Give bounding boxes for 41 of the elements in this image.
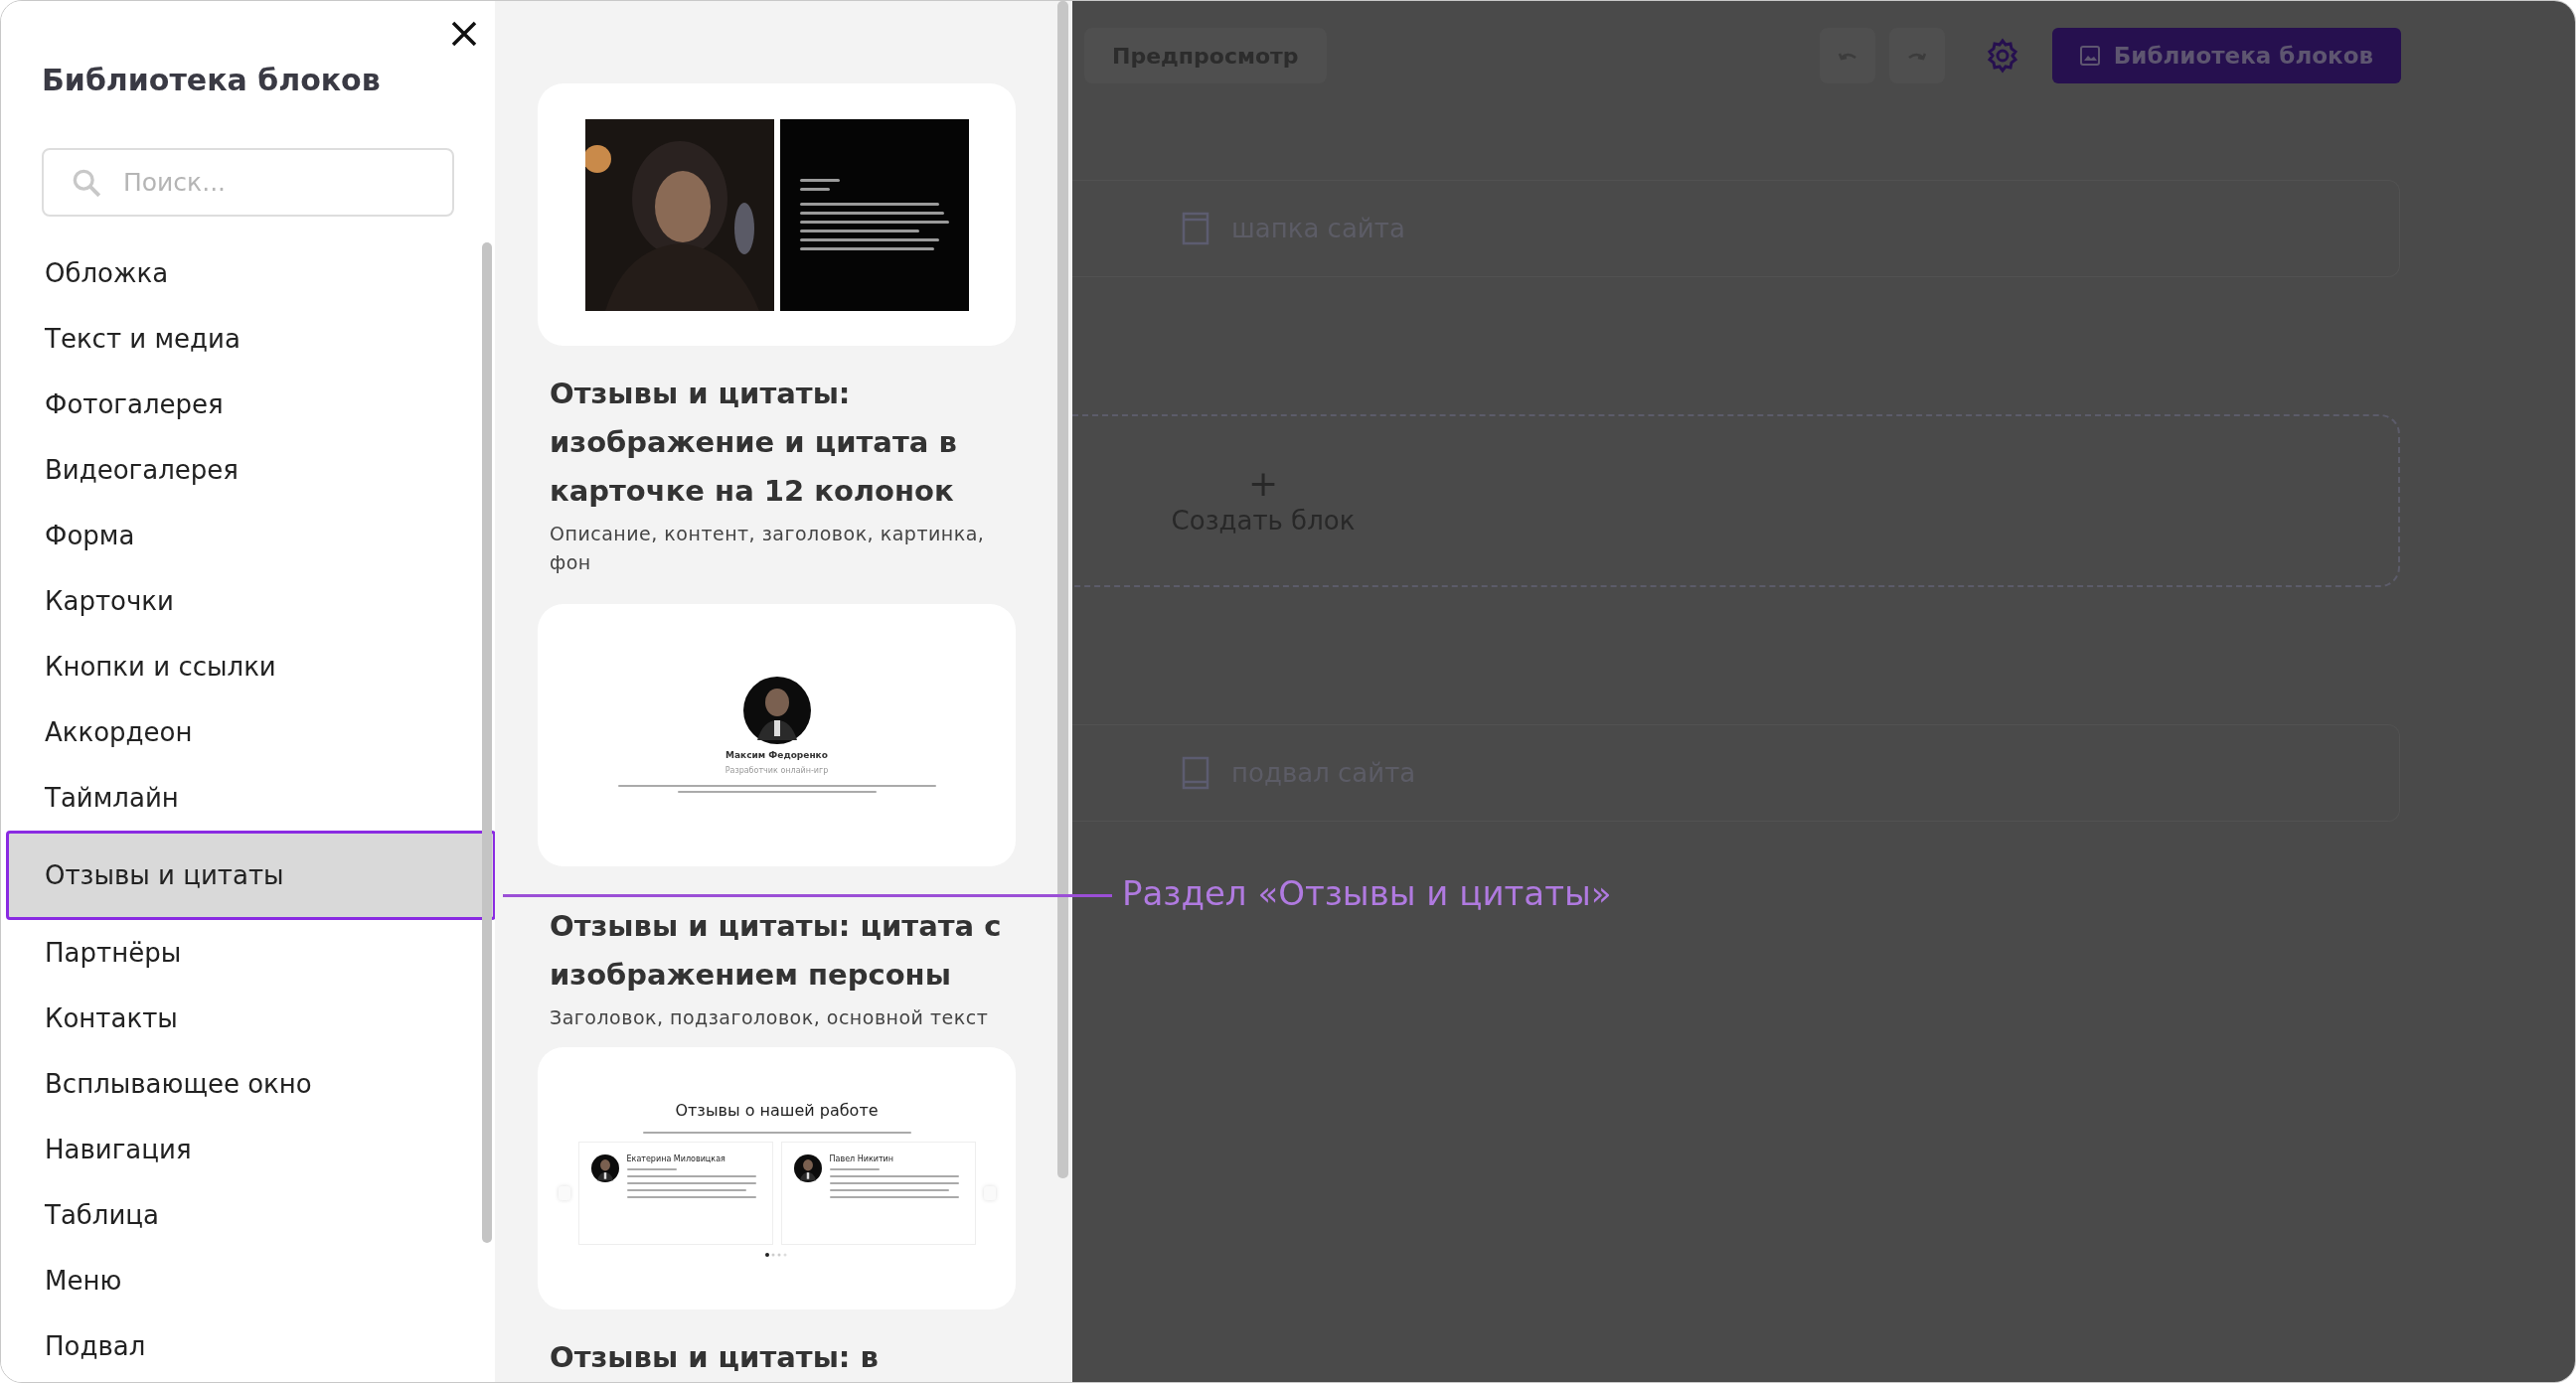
preview-heading: Отзывы о нашей работе: [675, 1100, 879, 1120]
block-preview-card[interactable]: Максим Федоренко Разработчик онлайн-игр: [538, 603, 1016, 866]
category-item[interactable]: Аккордеон: [6, 699, 496, 765]
block-preview-card[interactable]: [538, 83, 1016, 346]
category-item[interactable]: Всплывающее окно: [6, 1051, 496, 1117]
category-item[interactable]: Отзывы и цитаты: [6, 831, 496, 920]
category-item[interactable]: Таблица: [6, 1182, 496, 1248]
search-field[interactable]: Поиск...: [42, 148, 454, 217]
category-item[interactable]: Видеогалерея: [6, 437, 496, 503]
footer-layout-icon: [1182, 756, 1209, 790]
plus-icon: +: [1247, 466, 1279, 502]
annotation-label: Раздел «Отзывы и цитаты»: [1122, 873, 1612, 913]
block-title: Отзывы и цитаты: цитата с изображением персоны: [550, 907, 1003, 994]
block-tags: Заголовок, подзаголовок, основной текст: [550, 1002, 1017, 1032]
header-layout-icon: [1182, 212, 1209, 245]
category-item[interactable]: Кнопки и ссылки: [6, 634, 496, 699]
category-item[interactable]: Подвал: [6, 1313, 496, 1379]
scrollbar[interactable]: [482, 242, 492, 1243]
close-icon[interactable]: [449, 19, 479, 49]
category-item[interactable]: Текст и медиа: [6, 306, 496, 372]
panel-title: Библиотека блоков: [42, 63, 381, 97]
reviewer-name: Екатерина Миловицкая: [626, 1153, 726, 1163]
block-title: Отзывы и цитаты: изображение и цитата в карточке на 12 колонок: [550, 376, 958, 510]
category-item[interactable]: Обложка: [6, 240, 496, 306]
category-item[interactable]: Партнёры: [6, 920, 496, 986]
image-icon: [2079, 46, 2100, 66]
category-item[interactable]: Контакты: [6, 986, 496, 1051]
person-name: Максим Федоренко: [725, 750, 828, 760]
scrollbar[interactable]: [1057, 1, 1068, 1178]
reviewer-name: Павел Никитин: [829, 1153, 895, 1163]
category-item[interactable]: Карточки: [6, 568, 496, 634]
block-preview-card[interactable]: Отзывы о нашей работе Екатерина Миловицкая Павел Никитин: [538, 1047, 1016, 1309]
person-role: Разработчик онлайн-игр: [724, 766, 829, 775]
pagination-dots: [764, 1252, 789, 1257]
block-title: Отзывы и цитаты: в: [550, 1339, 880, 1376]
category-item[interactable]: Таймлайн: [6, 765, 496, 831]
category-item[interactable]: Меню: [6, 1248, 496, 1313]
category-item[interactable]: Форма: [6, 503, 496, 568]
block-tags: Описание, контент, заголовок, картинка, фон: [550, 520, 1017, 577]
category-item[interactable]: Фотогалерея: [6, 372, 496, 437]
category-item[interactable]: Навигация: [6, 1117, 496, 1182]
